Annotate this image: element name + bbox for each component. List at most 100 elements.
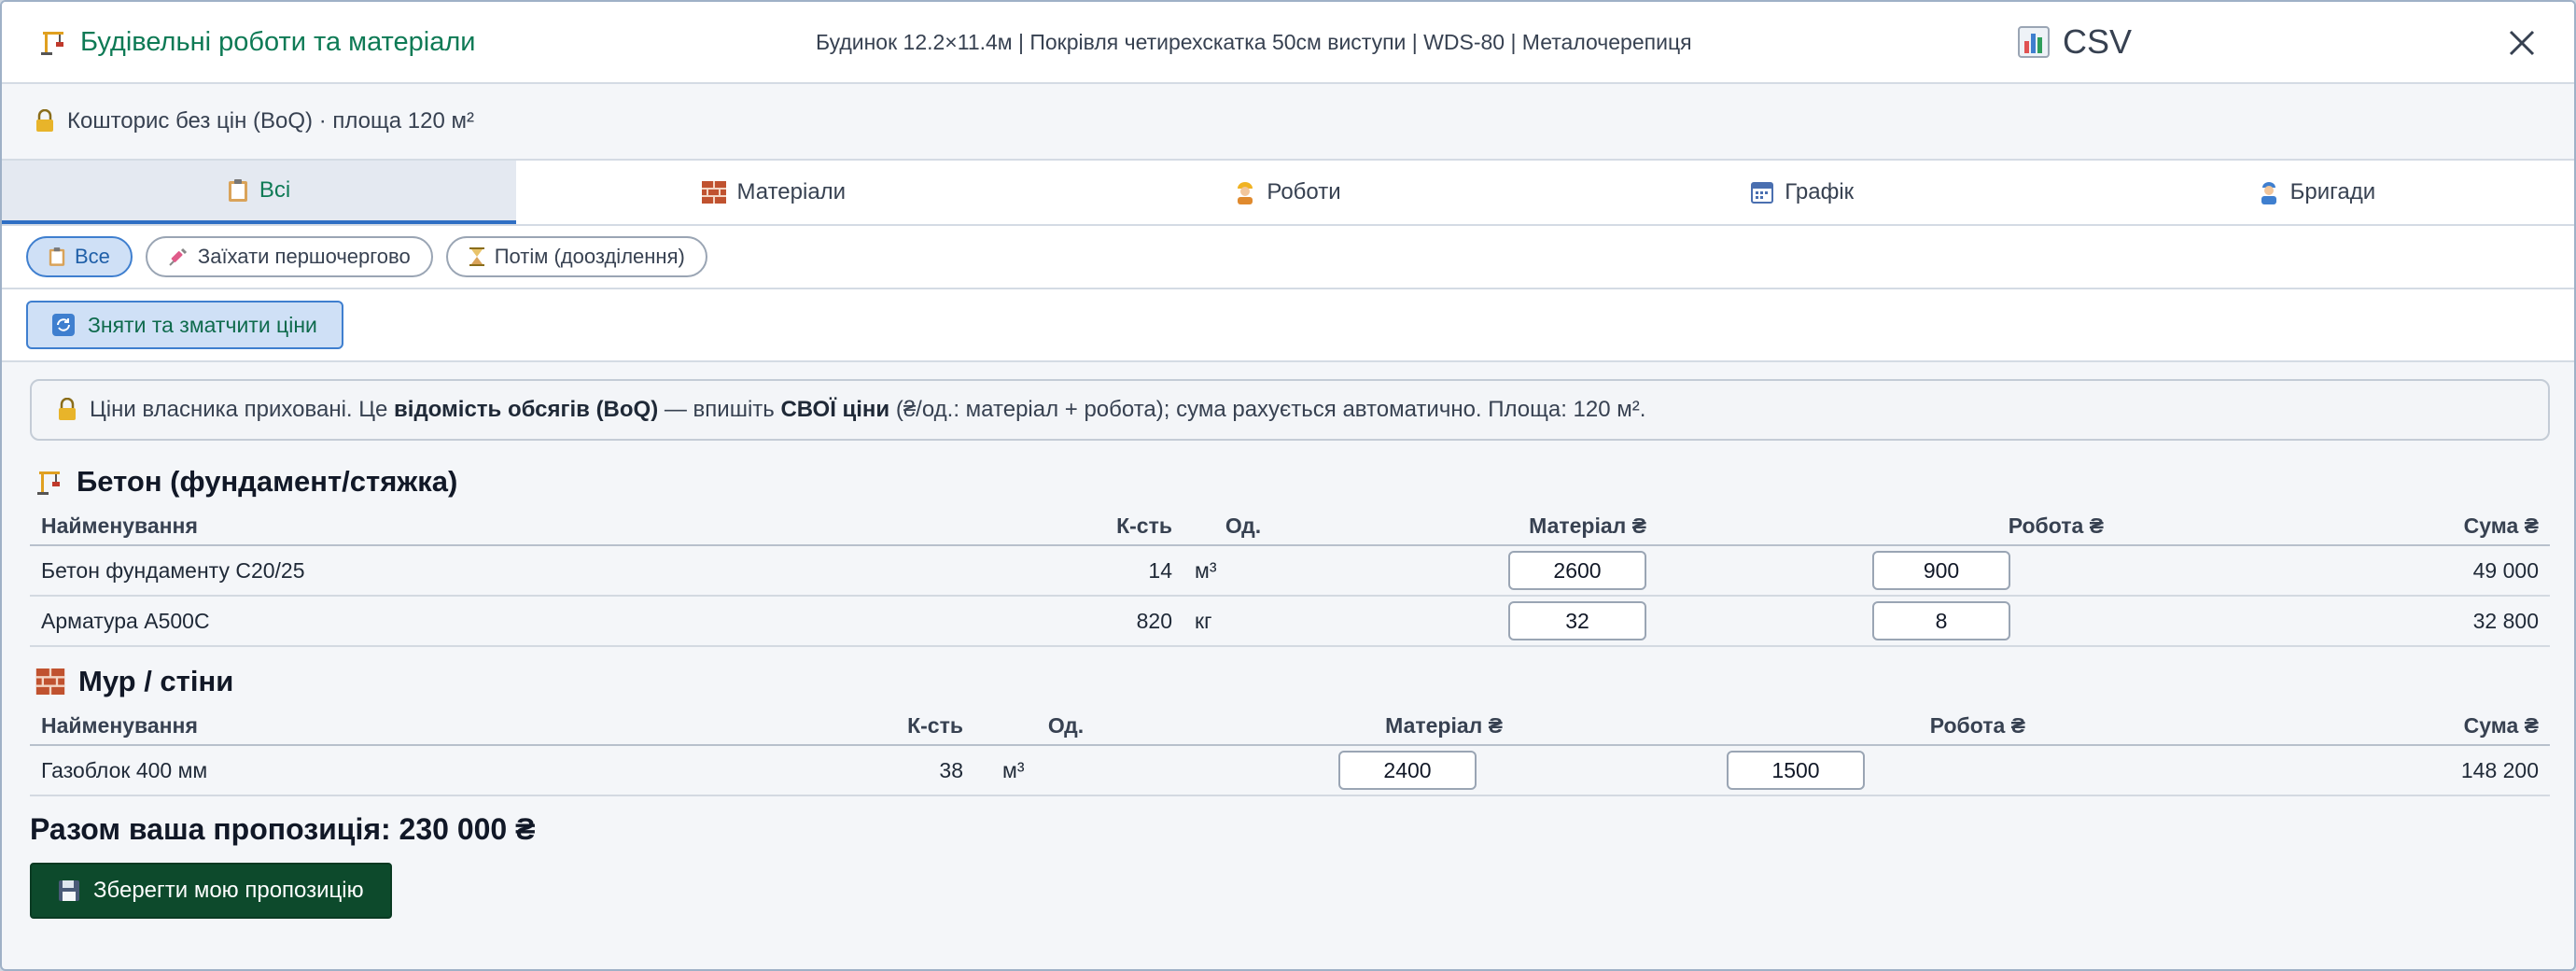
material-price-cell — [1141, 745, 1514, 796]
labor-price-cell — [1658, 596, 2115, 647]
refresh-prices-label: Зняти та зматчити ціни — [88, 312, 317, 337]
col-header-unit: Од. — [991, 708, 1141, 746]
material-price-input[interactable] — [1508, 601, 1646, 640]
col-header-material: Матеріал ₴ — [1141, 708, 1514, 746]
filter-chip-all-label: Все — [75, 245, 110, 268]
table-row: Газоблок 400 мм 38 м³ 148 200 — [30, 745, 2550, 796]
section-title-text: Мур / стіни — [78, 665, 234, 697]
filter-chips: Все Заїхати першочергово Потім (доозділе… — [2, 226, 2574, 289]
tab-bar: Всі Матеріали Роботи Графік Бригади — [2, 161, 2574, 226]
floppy-disk-icon — [58, 880, 80, 902]
notice-text: Ціни власника приховані. Це відомість об… — [90, 397, 1645, 423]
section-title-text: Бетон (фундамент/стяжка) — [77, 465, 458, 498]
save-proposal-label: Зберегти мою пропозицію — [93, 878, 364, 903]
action-row: Зняти та зматчити ціни — [2, 289, 2574, 362]
item-qty: 38 — [939, 757, 963, 782]
table-header-row: Найменування К-сть Од. Матеріал ₴ Робота… — [30, 508, 2550, 546]
lock-icon — [56, 398, 78, 422]
hidden-prices-notice: Ціни власника приховані. Це відомість об… — [30, 379, 2550, 441]
tab-materials[interactable]: Матеріали — [516, 161, 1030, 224]
boq-table-concrete: Найменування К-сть Од. Матеріал ₴ Робота… — [30, 508, 2550, 647]
item-sum: 148 200 — [2037, 745, 2550, 796]
labor-price-cell — [1658, 545, 2115, 597]
section-title-walls: Мур / стіни — [35, 665, 233, 698]
tab-teams[interactable]: Бригади — [2060, 161, 2574, 224]
item-unit: м³ — [991, 745, 1141, 796]
col-header-material: Матеріал ₴ — [1303, 508, 1658, 546]
tab-works[interactable]: Роботи — [1030, 161, 1545, 224]
item-sum: 49 000 — [2115, 545, 2550, 597]
filter-chip-priority-label: Заїхати першочергово — [197, 245, 411, 268]
col-header-name: Найменування — [41, 713, 198, 738]
table-header-row: Найменування К-сть Од. Матеріал ₴ Робота … — [30, 708, 2550, 746]
team-icon — [2259, 180, 2279, 204]
material-price-cell — [1303, 545, 1658, 597]
bar-chart-icon — [2018, 26, 2050, 58]
item-unit: кг — [1183, 596, 1303, 647]
calendar-icon — [1751, 181, 1774, 204]
clipboard-icon — [49, 246, 65, 267]
material-price-cell — [1303, 596, 1658, 647]
material-price-input[interactable] — [1338, 751, 1477, 790]
refresh-icon — [52, 314, 75, 336]
modal-title-text: Будівельні роботи та матеріали — [80, 26, 476, 57]
col-header-name-wrap: Найменування К-сть — [30, 708, 963, 746]
bricks-icon — [35, 668, 65, 695]
syringe-icon — [168, 246, 189, 267]
col-header-labor: Робота ₴ — [1514, 708, 2037, 746]
item-qty: 820 — [889, 596, 1183, 647]
total-proposal: Разом ваша пропозиція: 230 000 ₴ — [30, 812, 536, 846]
col-spacer — [963, 708, 991, 746]
labor-price-input[interactable] — [1727, 751, 1865, 790]
tab-all[interactable]: Всі — [2, 161, 517, 224]
col-header-sum: Сума ₴ — [2037, 708, 2550, 746]
col-header-qty: К-сть — [907, 713, 963, 738]
labor-price-input[interactable] — [1872, 551, 2010, 590]
close-icon[interactable] — [2503, 24, 2541, 62]
estimate-subtitle: Кошторис без цін (BoQ) · площа 120 м² — [67, 108, 474, 134]
filter-chip-later[interactable]: Потім (доозділення) — [445, 236, 707, 277]
col-header-name: Найменування — [30, 508, 889, 546]
clipboard-icon — [228, 178, 248, 203]
tab-materials-label: Матеріали — [736, 179, 847, 204]
csv-label: CSV — [2063, 22, 2133, 61]
project-summary: Будинок 12.2×11.4м | Покрівля четирехска… — [816, 30, 1692, 54]
labor-price-cell — [1514, 745, 2037, 796]
tab-all-label: Всі — [259, 177, 291, 203]
col-header-sum: Сума ₴ — [2115, 508, 2550, 546]
notice-text-part: — впишіть — [658, 397, 781, 422]
item-name: Бетон фундаменту C20/25 — [30, 545, 889, 597]
boq-table-walls: Найменування К-сть Од. Матеріал ₴ Робота … — [30, 708, 2550, 796]
refresh-prices-button[interactable]: Зняти та зматчити ціни — [26, 301, 343, 349]
notice-text-bold: відомість обсягів (BoQ) — [394, 397, 659, 422]
section-title-concrete: Бетон (фундамент/стяжка) — [35, 465, 457, 499]
item-unit: м³ — [1183, 545, 1303, 597]
item-name: Арматура A500C — [30, 596, 889, 647]
material-price-input[interactable] — [1508, 551, 1646, 590]
item-name-wrap: Газоблок 400 мм 38 — [30, 745, 963, 796]
tab-teams-label: Бригади — [2289, 179, 2376, 204]
col-header-unit: Од. — [1183, 508, 1303, 546]
boq-modal: Будівельні роботи та матеріали Будинок 1… — [0, 0, 2576, 971]
filter-chip-priority[interactable]: Заїхати першочергово — [145, 236, 433, 277]
crane-icon — [39, 28, 67, 56]
filter-chip-all[interactable]: Все — [26, 236, 133, 277]
crane-icon — [35, 468, 63, 496]
item-qty: 14 — [889, 545, 1183, 597]
modal-title: Будівельні роботи та матеріали — [39, 27, 475, 58]
save-proposal-button[interactable]: Зберегти мою пропозицію — [30, 863, 392, 919]
estimate-subtitle-bar: Кошторис без цін (BoQ) · площа 120 м² — [2, 84, 2574, 161]
labor-price-input[interactable] — [1872, 601, 2010, 640]
notice-text-bold: СВОЇ ціни — [780, 397, 890, 422]
tab-works-label: Роботи — [1267, 179, 1341, 204]
item-name: Газоблок 400 мм — [41, 757, 208, 782]
worker-icon — [1235, 180, 1255, 204]
table-row: Бетон фундаменту C20/25 14 м³ 49 000 — [30, 545, 2550, 597]
bricks-icon — [701, 181, 726, 204]
col-header-qty: К-сть — [889, 508, 1183, 546]
csv-export-button[interactable]: CSV — [2018, 22, 2132, 62]
hourglass-icon — [469, 246, 485, 267]
col-spacer — [963, 745, 991, 796]
tab-schedule[interactable]: Графік — [1546, 161, 2060, 224]
lock-icon — [34, 109, 56, 134]
